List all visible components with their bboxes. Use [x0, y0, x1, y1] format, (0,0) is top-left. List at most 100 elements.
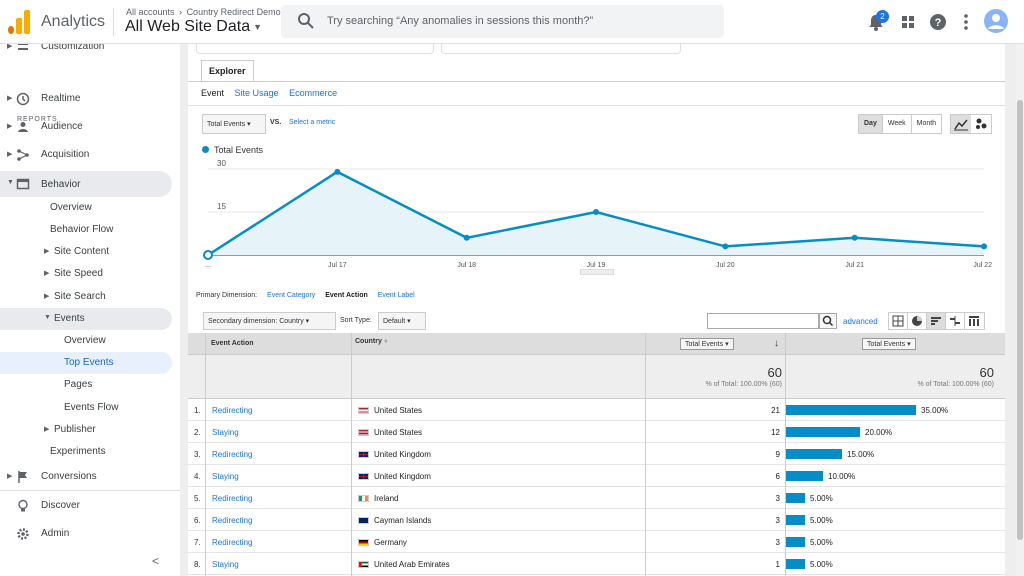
sidebar-subitem-experiments[interactable]: Experiments [0, 441, 172, 463]
event-action-link[interactable]: Redirecting [212, 406, 252, 415]
sidebar-item-admin[interactable]: Admin [0, 523, 172, 545]
table-search-button[interactable] [819, 313, 837, 329]
collapse-sidebar-icon[interactable]: < [152, 554, 159, 568]
pivot-view-icon[interactable] [965, 313, 984, 329]
sidebar-item-label: Behavior Flow [50, 224, 114, 235]
sidebar-item-label: Overview [50, 202, 92, 213]
lightbulb-icon [18, 499, 28, 512]
breadcrumb-accounts[interactable]: All accounts [126, 7, 175, 17]
sidebar-item-label: Top Events [64, 357, 114, 368]
sidebar-subitem-site-speed[interactable]: ▶ Site Speed [0, 263, 172, 285]
period-week-button[interactable]: Week [882, 115, 912, 133]
event-action-link[interactable]: Redirecting [212, 494, 252, 503]
event-action-link[interactable]: Redirecting [212, 450, 252, 459]
sidebar-subitem-site-content[interactable]: ▶ Site Content [0, 241, 172, 263]
more-vert-icon[interactable] [956, 12, 976, 32]
sidebar-item-audience[interactable]: ▶ Audience [0, 116, 172, 138]
sidebar-subitem-overview[interactable]: Overview [0, 197, 172, 219]
tab-explorer[interactable]: Explorer [201, 60, 254, 82]
total-events-value: 3 [775, 538, 780, 547]
expand-arrow-icon: ▶ [44, 248, 50, 255]
data-view-icon[interactable] [889, 313, 908, 329]
sidebar-item-label: Conversions [41, 471, 97, 482]
metric-column-select-2[interactable]: Total Events ▾ [862, 338, 916, 350]
comparison-view-icon[interactable] [946, 313, 965, 329]
period-month-button[interactable]: Month [911, 115, 942, 133]
analytics-logo[interactable] [8, 10, 30, 34]
breadcrumb-account[interactable]: Country Redirect Demo [187, 7, 281, 17]
subtab-ecommerce[interactable]: Ecommerce [289, 88, 337, 98]
event-action-link[interactable]: Redirecting [212, 516, 252, 525]
header-country[interactable]: Country ● [355, 338, 388, 345]
country-flag-icon [358, 429, 369, 436]
total-events-value: 6 [775, 472, 780, 481]
sidebar-subitem-events[interactable]: ▼ Events [0, 308, 172, 330]
event-action-link[interactable]: Staying [212, 472, 239, 481]
secondary-dimension-select[interactable]: Secondary dimension: Country ▾ [203, 312, 336, 330]
sidebar-item-acquisition[interactable]: ▶ Acquisition [0, 144, 172, 166]
search-bar[interactable]: Try searching “Any anomalies in sessions… [281, 5, 724, 38]
performance-view-icon[interactable] [927, 313, 946, 329]
header-divider [113, 8, 114, 36]
event-action-link[interactable]: Redirecting [212, 538, 252, 547]
top-header: Analytics All accounts › Country Redirec… [0, 0, 1024, 44]
pie-view-icon[interactable] [908, 313, 927, 329]
metric-column-select-1[interactable]: Total Events ▾ [680, 338, 734, 350]
sidebar-item-behavior[interactable]: ▼ Behavior [0, 171, 172, 197]
percent-bar [786, 559, 805, 569]
sidebar-subitem-behavior-flow[interactable]: Behavior Flow [0, 219, 172, 241]
sidebar-subitem-publisher[interactable]: ▶ Publisher [0, 419, 172, 441]
event-action-link[interactable]: Staying [212, 560, 239, 569]
sidebar-item-label: Audience [41, 121, 83, 132]
account-avatar[interactable] [984, 9, 1008, 33]
line-chart-icon[interactable] [951, 115, 971, 133]
sidebar-subitem-site-search[interactable]: ▶ Site Search [0, 286, 172, 308]
summary-pct-of-total: % of Total: 100.00% (60) [705, 381, 782, 388]
country-flag-icon [358, 517, 369, 524]
table-search-input[interactable] [707, 313, 819, 329]
collapse-arrow-icon: ▼ [44, 314, 51, 321]
sidebar-subitem-top-events[interactable]: Top Events [0, 352, 172, 374]
sort-type-select[interactable]: Default ▾ [378, 312, 426, 330]
select-metric-link[interactable]: Select a metric [289, 119, 335, 126]
sidebar-item-customization[interactable]: ▶ Customization [0, 44, 172, 58]
motion-chart-icon[interactable] [971, 115, 991, 133]
total-events-chart[interactable]: 30 15... Jul 17 Jul 18 Jul 19 Jul 20 Jul 21 Jul… [188, 156, 1005, 272]
sort-descending-icon[interactable]: ↓ [774, 338, 779, 349]
event-action-link[interactable]: Staying [212, 428, 239, 437]
metric-select[interactable]: Total Events ▾ [202, 114, 266, 134]
sidebar-subitem-pages[interactable]: Pages [0, 374, 172, 396]
percent-bar [786, 515, 805, 525]
clock-icon [16, 92, 30, 106]
dimension-event-action[interactable]: Event Action [325, 292, 368, 299]
chart-resize-handle[interactable] [580, 269, 614, 275]
dimension-event-category[interactable]: Event Category [267, 292, 315, 299]
dimension-event-label[interactable]: Event Label [378, 292, 415, 299]
chart-data-point [203, 250, 213, 260]
chart-data-point [334, 168, 341, 175]
main-content: Explorer Event Site Usage Ecommerce Tota… [180, 44, 1016, 576]
advanced-filter-link[interactable]: advanced [843, 317, 878, 326]
period-day-button[interactable]: Day [859, 115, 883, 133]
apps-icon[interactable] [898, 12, 918, 32]
country-flag-icon [358, 495, 369, 502]
percent-bar [786, 405, 916, 415]
breadcrumb[interactable]: All accounts › Country Redirect Demo [126, 7, 281, 17]
flag-icon [18, 471, 27, 483]
property-selector[interactable]: All Web Site Data ▼ [125, 18, 262, 36]
header-event-action[interactable]: Event Action [211, 340, 254, 347]
sidebar-item-realtime[interactable]: ▶ Realtime [0, 88, 172, 110]
sidebar-subitem-events-flow[interactable]: Events Flow [0, 397, 172, 419]
sidebar-item-discover[interactable]: Discover [0, 495, 172, 517]
subtab-divider [188, 105, 1005, 106]
sidebar-item-conversions[interactable]: ▶ Conversions [0, 466, 172, 488]
subtab-event[interactable]: Event [201, 88, 224, 98]
notification-badge: 2 [876, 10, 889, 23]
primary-dimension-bar: Primary Dimension: Event Category Event … [196, 292, 423, 299]
subtab-site-usage[interactable]: Site Usage [235, 88, 279, 98]
help-icon[interactable]: ? [928, 12, 948, 32]
report-panel: Explorer Event Site Usage Ecommerce Tota… [188, 44, 1005, 576]
column-divider [645, 333, 646, 576]
scrollbar-thumb[interactable] [1017, 100, 1023, 540]
sidebar-subitem-events-overview[interactable]: Overview [0, 330, 172, 352]
